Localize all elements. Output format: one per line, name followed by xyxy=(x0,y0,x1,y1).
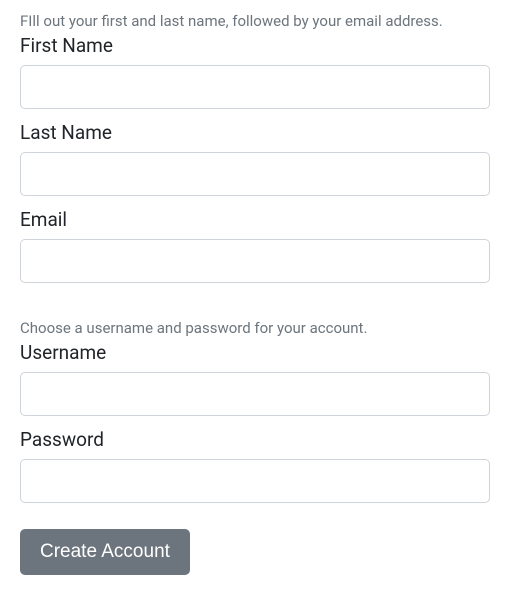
password-input[interactable] xyxy=(20,459,490,503)
email-input[interactable] xyxy=(20,239,490,283)
help-text-personal: FIll out your first and last name, follo… xyxy=(20,12,490,30)
username-label: Username xyxy=(20,341,490,364)
last-name-label: Last Name xyxy=(20,121,490,144)
password-label: Password xyxy=(20,428,490,451)
first-name-input[interactable] xyxy=(20,65,490,109)
first-name-label: First Name xyxy=(20,34,490,57)
username-input[interactable] xyxy=(20,372,490,416)
help-text-account: Choose a username and password for your … xyxy=(20,319,490,337)
create-account-button[interactable]: Create Account xyxy=(20,529,190,575)
form-section-personal: FIll out your first and last name, follo… xyxy=(20,12,490,293)
email-label: Email xyxy=(20,208,490,231)
last-name-input[interactable] xyxy=(20,152,490,196)
form-section-account: Choose a username and password for your … xyxy=(20,319,490,513)
